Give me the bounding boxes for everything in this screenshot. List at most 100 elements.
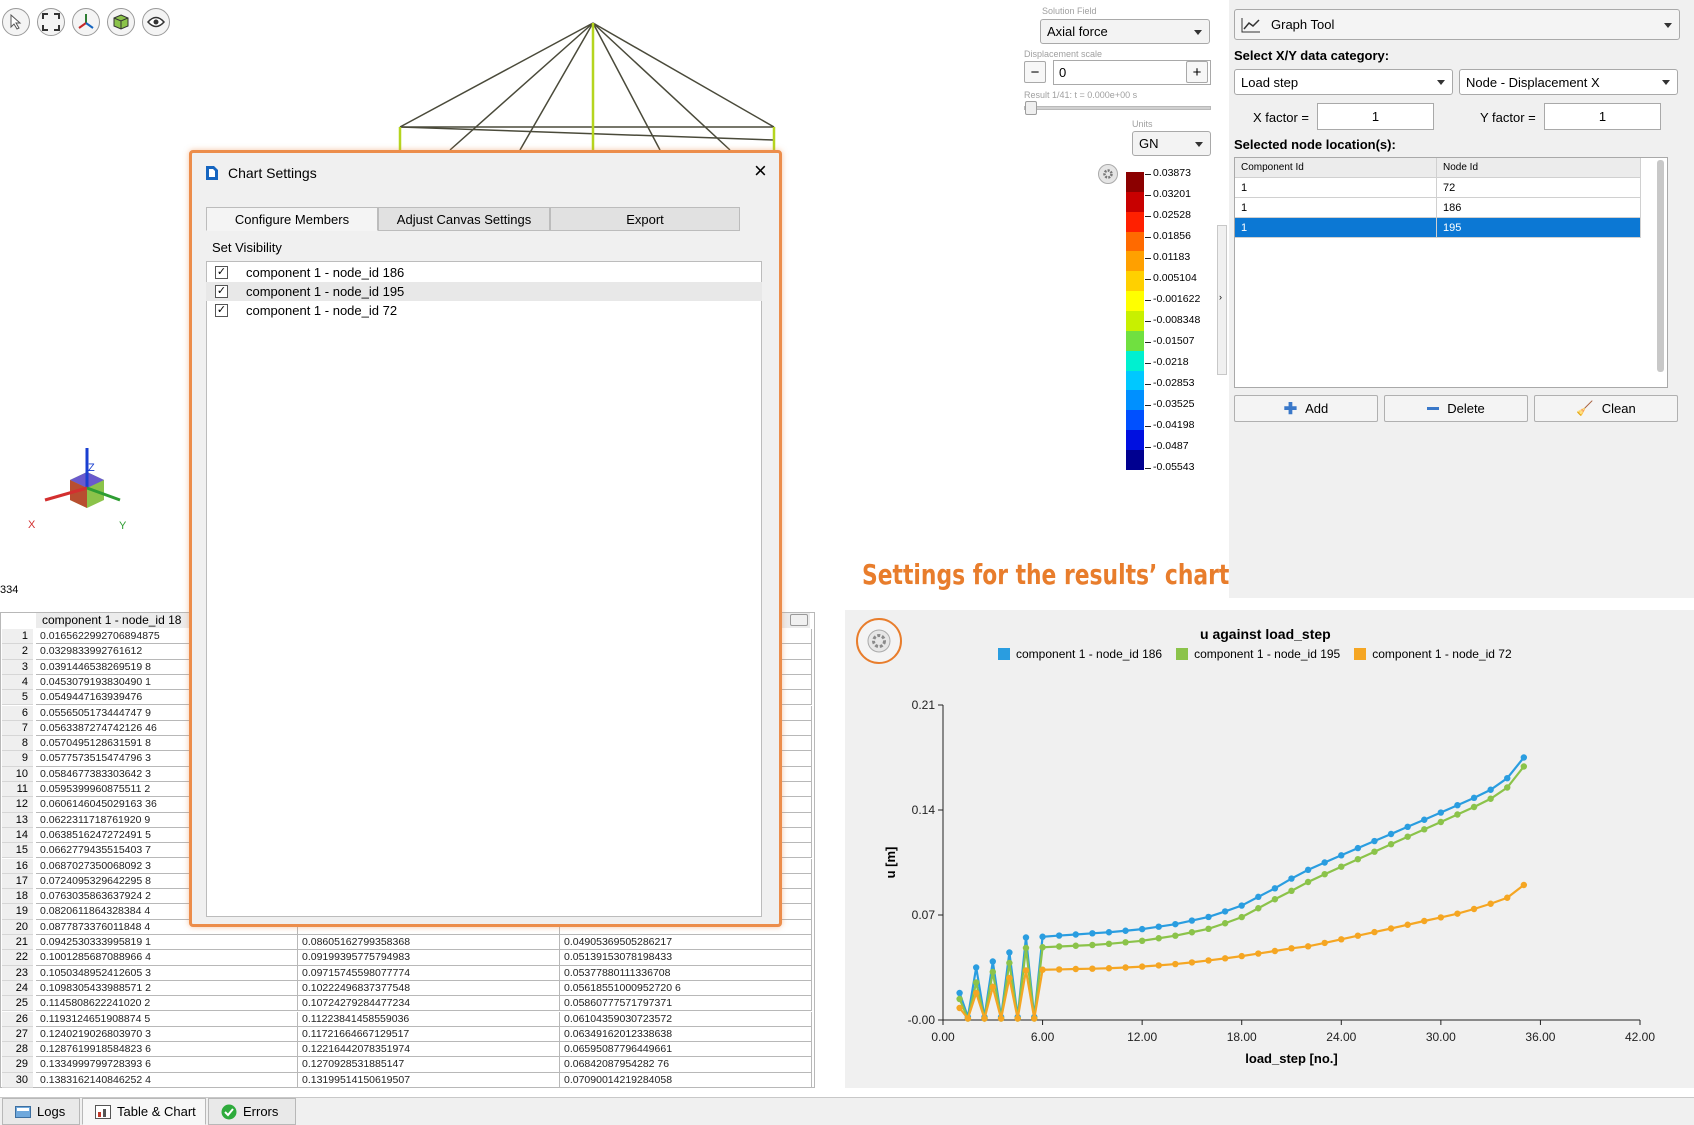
member-row-195[interactable]: ✓ component 1 - node_id 195 xyxy=(206,282,762,301)
x-category-select[interactable]: Load step xyxy=(1234,69,1453,95)
row-number[interactable]: 14 xyxy=(2,827,33,844)
legend-item-195[interactable]: component 1 - node_id 195 xyxy=(1176,647,1340,661)
row-number[interactable]: 9 xyxy=(2,751,33,767)
table-cell[interactable]: 0.1240219026803970 3 xyxy=(36,1026,298,1043)
row-number[interactable]: 13 xyxy=(2,812,33,828)
member-row-186[interactable]: ✓ component 1 - node_id 186 xyxy=(206,263,762,282)
table-cell[interactable]: 0.1193124651908874 5 xyxy=(36,1011,298,1027)
table-cell[interactable]: 0.05139153078198433 xyxy=(560,950,812,966)
row-number[interactable]: 2 xyxy=(2,644,33,660)
table-scrollbar[interactable] xyxy=(1657,160,1664,372)
row-number[interactable]: 25 xyxy=(2,996,33,1012)
table-cell[interactable]: 0.10222496837377548 xyxy=(298,980,560,997)
table-cell[interactable]: 0.1383162140846252 4 xyxy=(36,1072,298,1088)
result-slider-handle[interactable] xyxy=(1025,101,1037,115)
legend-settings-icon[interactable] xyxy=(1098,164,1118,184)
table-cell[interactable]: 0.10724279284477234 xyxy=(298,996,560,1012)
table-cell[interactable]: 0.05860777571797371 xyxy=(560,996,812,1012)
row-number[interactable]: 20 xyxy=(2,919,33,935)
table-row-cell[interactable]: 72 xyxy=(1437,178,1641,198)
row-number[interactable]: 24 xyxy=(2,980,33,997)
table-cell[interactable]: 0.06842087954282 76 xyxy=(560,1057,812,1073)
row-number[interactable]: 16 xyxy=(2,858,33,874)
tab-configure-members[interactable]: Configure Members xyxy=(206,207,378,231)
plus-button[interactable]: + xyxy=(1186,61,1208,83)
x-factor-input[interactable]: 1 xyxy=(1317,103,1434,130)
y-category-select[interactable]: Node - Displacement X xyxy=(1459,69,1678,95)
table-cell[interactable]: 0.12216442078351974 xyxy=(298,1042,560,1058)
table-cell[interactable]: 0.06104359030723572 xyxy=(560,1011,812,1027)
table-cell[interactable]: 0.0942530333995819 1 xyxy=(36,935,298,951)
column-header-node-id[interactable]: Node Id xyxy=(1437,158,1641,178)
row-number[interactable]: 10 xyxy=(2,766,33,782)
row-number[interactable]: 8 xyxy=(2,736,33,752)
row-number[interactable]: 22 xyxy=(2,950,33,966)
row-number[interactable]: 1 xyxy=(2,629,33,645)
table-cell[interactable]: 0.1145808622241020 2 xyxy=(36,996,298,1012)
fit-view-icon[interactable] xyxy=(37,8,65,36)
row-number[interactable]: 3 xyxy=(2,659,33,675)
table-cell[interactable]: 0.13199514150619507 xyxy=(298,1072,560,1088)
row-number[interactable]: 26 xyxy=(2,1011,33,1027)
table-cell[interactable]: 0.05618551000952720 6 xyxy=(560,980,812,997)
table-row-cell-selected[interactable]: 195 xyxy=(1437,218,1641,238)
splitter-arrow-icon[interactable]: › xyxy=(1219,292,1222,302)
y-factor-input[interactable]: 1 xyxy=(1544,103,1661,130)
member-checkbox-186[interactable]: ✓ xyxy=(215,266,228,279)
row-number[interactable]: 6 xyxy=(2,705,33,721)
units-select[interactable]: GN xyxy=(1132,131,1211,156)
row-number[interactable]: 18 xyxy=(2,889,33,905)
tab-logs[interactable]: Logs xyxy=(2,1098,80,1125)
result-slider-track[interactable] xyxy=(1024,106,1211,110)
legend-item-186[interactable]: component 1 - node_id 186 xyxy=(998,647,1162,661)
table-cell[interactable]: 0.08605162799358368 xyxy=(298,935,560,951)
row-number[interactable]: 5 xyxy=(2,690,33,706)
table-cell[interactable]: 0.06595087796449661 xyxy=(560,1042,812,1058)
table-settings-icon[interactable] xyxy=(790,614,808,626)
table-cell[interactable]: 0.09199395775794983 xyxy=(298,950,560,966)
tab-export[interactable]: Export xyxy=(550,207,740,231)
table-cell[interactable]: 0.09715745598077774 xyxy=(298,965,560,981)
member-checkbox-195[interactable]: ✓ xyxy=(215,285,228,298)
table-cell[interactable]: 0.05377880111336708 xyxy=(560,965,812,981)
close-icon[interactable]: × xyxy=(754,160,767,182)
clean-button[interactable]: 🧹 Clean xyxy=(1534,395,1678,422)
table-cell[interactable]: 0.11223841458559036 xyxy=(298,1011,560,1027)
row-number[interactable]: 4 xyxy=(2,674,33,691)
select-icon[interactable] xyxy=(2,8,30,36)
column-header-component-id[interactable]: Component Id xyxy=(1235,158,1437,178)
table-cell[interactable]: 0.1287619918584823 6 xyxy=(36,1042,298,1058)
table-cell[interactable]: 0.1001285687088966 4 xyxy=(36,950,298,966)
row-number[interactable]: 12 xyxy=(2,797,33,813)
table-cell[interactable]: 0.06349162012338638 xyxy=(560,1026,812,1043)
member-row-72[interactable]: ✓ component 1 - node_id 72 xyxy=(206,301,762,320)
visibility-eye-icon[interactable] xyxy=(142,8,170,36)
row-number[interactable]: 17 xyxy=(2,873,33,890)
table-cell[interactable]: 0.11721664667129517 xyxy=(298,1026,560,1043)
minus-button[interactable]: − xyxy=(1024,61,1046,83)
row-number[interactable]: 29 xyxy=(2,1057,33,1073)
legend-item-72[interactable]: component 1 - node_id 72 xyxy=(1354,647,1512,661)
add-button[interactable]: ✚ Add xyxy=(1234,395,1378,422)
table-row-cell[interactable]: 1 xyxy=(1235,178,1437,198)
row-number[interactable]: 7 xyxy=(2,720,33,737)
table-row-cell-selected[interactable]: 1 xyxy=(1235,218,1437,238)
table-cell[interactable]: 0.04905369505286217 xyxy=(560,935,812,951)
member-checkbox-72[interactable]: ✓ xyxy=(215,304,228,317)
table-cell[interactable]: 0.1270928531885147 xyxy=(298,1057,560,1073)
row-number[interactable]: 21 xyxy=(2,935,33,951)
graph-tool-header[interactable]: Graph Tool xyxy=(1234,9,1680,40)
chart-settings-button[interactable] xyxy=(856,618,902,664)
row-number[interactable]: 30 xyxy=(2,1072,33,1088)
row-number[interactable]: 27 xyxy=(2,1026,33,1043)
row-number[interactable]: 15 xyxy=(2,843,33,859)
row-number[interactable]: 19 xyxy=(2,904,33,920)
tab-adjust-canvas-settings[interactable]: Adjust Canvas Settings xyxy=(378,207,550,231)
tab-errors[interactable]: Errors xyxy=(208,1098,296,1125)
table-cell[interactable]: 0.1050348952412605 3 xyxy=(36,965,298,981)
row-number[interactable]: 11 xyxy=(2,782,33,798)
axes-icon[interactable] xyxy=(72,8,100,36)
row-number[interactable]: 23 xyxy=(2,965,33,981)
table-cell[interactable]: 0.1098305433988571 2 xyxy=(36,980,298,997)
table-row-cell[interactable]: 186 xyxy=(1437,198,1641,218)
